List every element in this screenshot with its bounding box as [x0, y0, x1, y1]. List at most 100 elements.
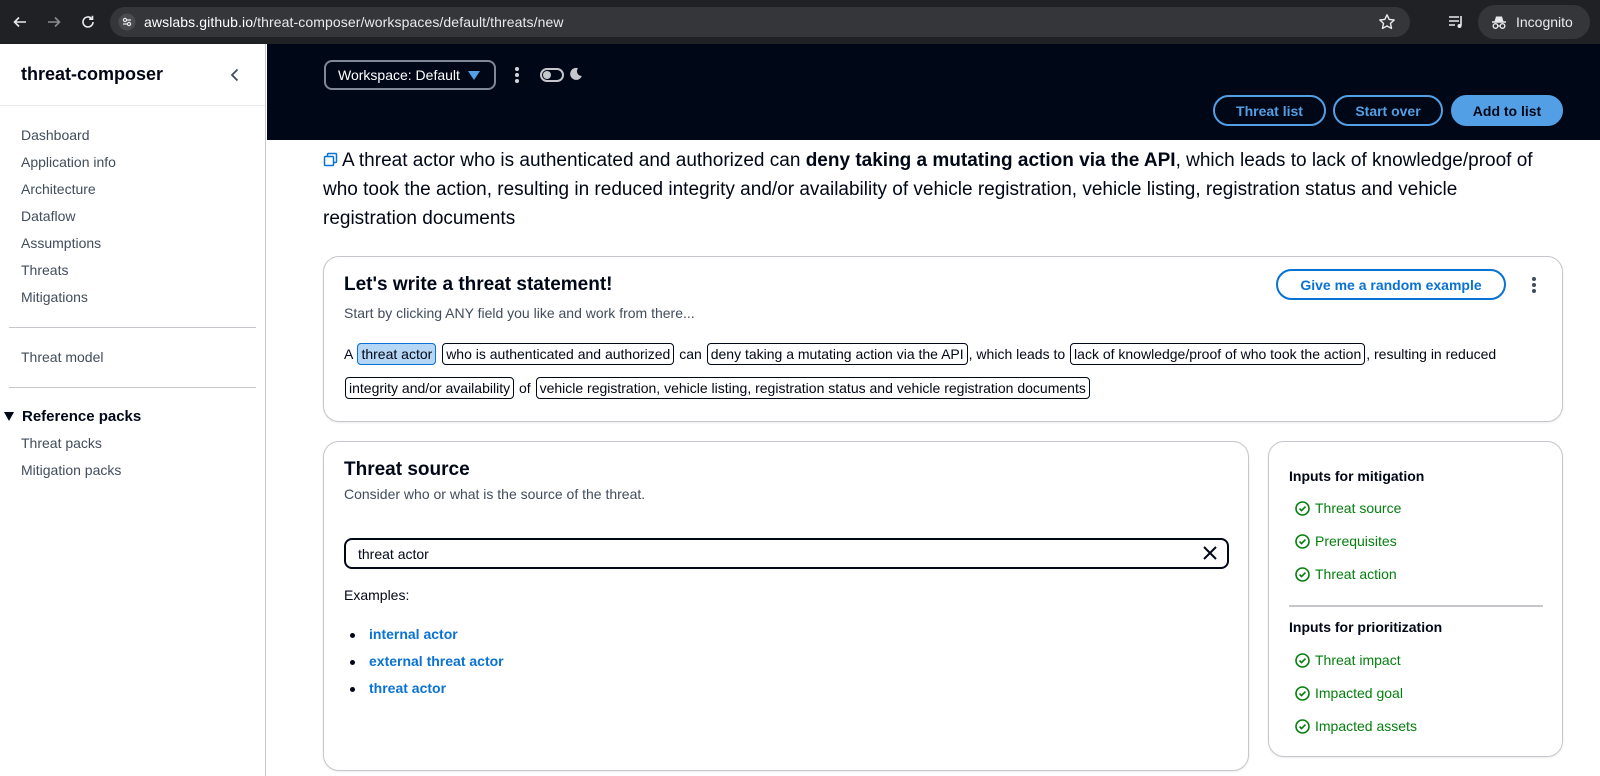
threat-statement-preview: A threat actor who is authenticated and …	[323, 146, 1553, 233]
url-text: awslabs.github.io/threat-composer/worksp…	[144, 14, 564, 30]
input-status-label: Impacted goal	[1315, 685, 1403, 701]
back-button[interactable]	[6, 8, 34, 36]
sidebar-item-threat-packs[interactable]: Threat packs	[0, 430, 265, 457]
input-status-impacted-assets[interactable]: Impacted assets	[1295, 718, 1417, 734]
sidebar-item-mitigations[interactable]: Mitigations	[0, 284, 265, 311]
token-threat-source[interactable]: threat actor	[357, 343, 437, 365]
sidebar-item-mitigation-packs[interactable]: Mitigation packs	[0, 457, 265, 484]
input-status-threat-source[interactable]: Threat source	[1295, 500, 1401, 516]
text-of: of	[518, 380, 531, 396]
caret-down-icon	[468, 71, 480, 80]
browser-toolbar: awslabs.github.io/threat-composer/worksp…	[0, 0, 1600, 44]
check-circle-icon	[1295, 533, 1310, 549]
editor-title: Let's write a threat statement!	[344, 274, 613, 295]
input-status-impacted-goal[interactable]: Impacted goal	[1295, 685, 1403, 701]
examples-list: internal actor external threat actor thr…	[344, 621, 504, 702]
start-over-button[interactable]: Start over	[1333, 95, 1443, 126]
sidebar-item-threats[interactable]: Threats	[0, 257, 265, 284]
arrow-right-icon	[48, 16, 61, 28]
reference-packs-label: Reference packs	[22, 407, 142, 425]
reload-icon	[82, 15, 94, 28]
prioritization-inputs-heading: Inputs for prioritization	[1289, 619, 1443, 635]
chevron-left-icon	[230, 68, 239, 81]
app-title[interactable]: threat-composer	[21, 64, 163, 85]
check-circle-icon	[1295, 718, 1310, 734]
sidebar-item-dataflow[interactable]: Dataflow	[0, 203, 265, 230]
check-circle-icon	[1295, 500, 1310, 516]
url-host: awslabs.github.io	[144, 14, 254, 30]
sidebar-item-threat-model[interactable]: Threat model	[0, 344, 265, 371]
incognito-label: Incognito	[1516, 14, 1573, 30]
example-internal-actor[interactable]: internal actor	[344, 621, 504, 648]
sidebar-item-application-info[interactable]: Application info	[0, 149, 265, 176]
examples-label: Examples:	[344, 587, 410, 603]
inputs-divider	[1289, 605, 1543, 607]
sidebar-item-architecture[interactable]: Architecture	[0, 176, 265, 203]
arrow-left-icon	[13, 16, 26, 28]
input-status-threat-impact[interactable]: Threat impact	[1295, 652, 1401, 668]
inputs-status-card: Inputs for mitigation Threat source Prer…	[1268, 441, 1563, 757]
input-status-label: Prerequisites	[1315, 533, 1397, 549]
input-status-prerequisites[interactable]: Prerequisites	[1295, 533, 1397, 549]
check-circle-icon	[1295, 566, 1310, 582]
moon-icon	[570, 67, 582, 80]
example-external-threat-actor[interactable]: external threat actor	[344, 648, 504, 675]
token-threat-impact[interactable]: lack of knowledge/proof of who took the …	[1070, 343, 1366, 365]
token-impacted-goal[interactable]: integrity and/or availability	[345, 377, 515, 399]
threat-list-button[interactable]: Threat list	[1213, 95, 1326, 126]
sidebar-divider	[9, 387, 256, 388]
workspace-more-menu[interactable]	[511, 64, 523, 86]
text-resulting: , resulting in reduced	[1366, 346, 1497, 362]
random-example-button[interactable]: Give me a random example	[1276, 269, 1506, 300]
forward-button[interactable]	[40, 8, 68, 36]
reload-button[interactable]	[74, 8, 102, 36]
incognito-icon	[1492, 16, 1506, 29]
statement-action: deny taking a mutating action via the AP…	[805, 150, 1176, 171]
threat-source-description: Consider who or what is the source of th…	[344, 486, 646, 502]
add-to-list-button[interactable]: Add to list	[1451, 95, 1563, 126]
input-status-label: Impacted assets	[1315, 718, 1417, 734]
sidebar-nav-list: Dashboard Application info Architecture …	[0, 106, 265, 311]
workspace-select[interactable]: Workspace: Default	[324, 60, 496, 90]
sidebar-divider	[9, 327, 256, 328]
statement-token-editor: A threat actor who is authenticated and …	[344, 337, 1554, 405]
copy-icon[interactable]	[323, 152, 338, 167]
example-threat-actor[interactable]: threat actor	[344, 675, 504, 702]
app-header: Workspace: Default Threat list Start ove…	[267, 44, 1600, 140]
dark-mode-toggle[interactable]	[540, 68, 564, 82]
clear-input-icon[interactable]	[1201, 544, 1219, 562]
token-impacted-assets[interactable]: vehicle registration, vehicle listing, r…	[535, 377, 1090, 399]
input-status-threat-action[interactable]: Threat action	[1295, 566, 1397, 582]
threat-source-input-value: threat actor	[358, 545, 429, 562]
incognito-indicator[interactable]: Incognito	[1478, 5, 1590, 39]
url-path: /threat-composer/workspaces/default/thre…	[253, 14, 564, 30]
media-controls-icon[interactable]	[1446, 12, 1466, 32]
sidebar-item-dashboard[interactable]: Dashboard	[0, 122, 265, 149]
sidebar-header: threat-composer	[0, 44, 265, 106]
text-a: A	[344, 346, 353, 362]
input-status-label: Threat action	[1315, 566, 1397, 582]
caret-down-icon	[4, 411, 14, 421]
token-prerequisites[interactable]: who is authenticated and authorized	[442, 343, 675, 365]
address-bar[interactable]: awslabs.github.io/threat-composer/worksp…	[110, 7, 1410, 37]
reference-packs-toggle[interactable]: Reference packs	[0, 402, 265, 430]
threat-source-title: Threat source	[344, 459, 470, 480]
check-circle-icon	[1295, 685, 1310, 701]
bookmark-star-icon[interactable]	[1378, 13, 1396, 31]
editor-more-menu[interactable]	[1528, 275, 1540, 295]
token-threat-action[interactable]: deny taking a mutating action via the AP…	[706, 343, 968, 365]
workspace-select-label: Workspace: Default	[338, 67, 460, 83]
side-navigation: threat-composer Dashboard Application in…	[0, 44, 266, 776]
mitigation-inputs-heading: Inputs for mitigation	[1289, 468, 1425, 484]
site-settings-icon[interactable]	[118, 13, 136, 31]
check-circle-icon	[1295, 652, 1310, 668]
threat-source-input[interactable]: threat actor	[344, 538, 1229, 569]
statement-prefix: A threat actor who is authenticated and …	[342, 150, 806, 171]
sidebar-item-assumptions[interactable]: Assumptions	[0, 230, 265, 257]
threat-source-card: Threat source Consider who or what is th…	[323, 441, 1249, 771]
editor-description: Start by clicking ANY field you like and…	[344, 305, 695, 321]
text-can: can	[679, 346, 702, 362]
threat-statement-editor-card: Let's write a threat statement! Start by…	[323, 256, 1563, 422]
text-leads-to: , which leads to	[968, 346, 1066, 362]
collapse-sidebar-button[interactable]	[225, 65, 245, 85]
